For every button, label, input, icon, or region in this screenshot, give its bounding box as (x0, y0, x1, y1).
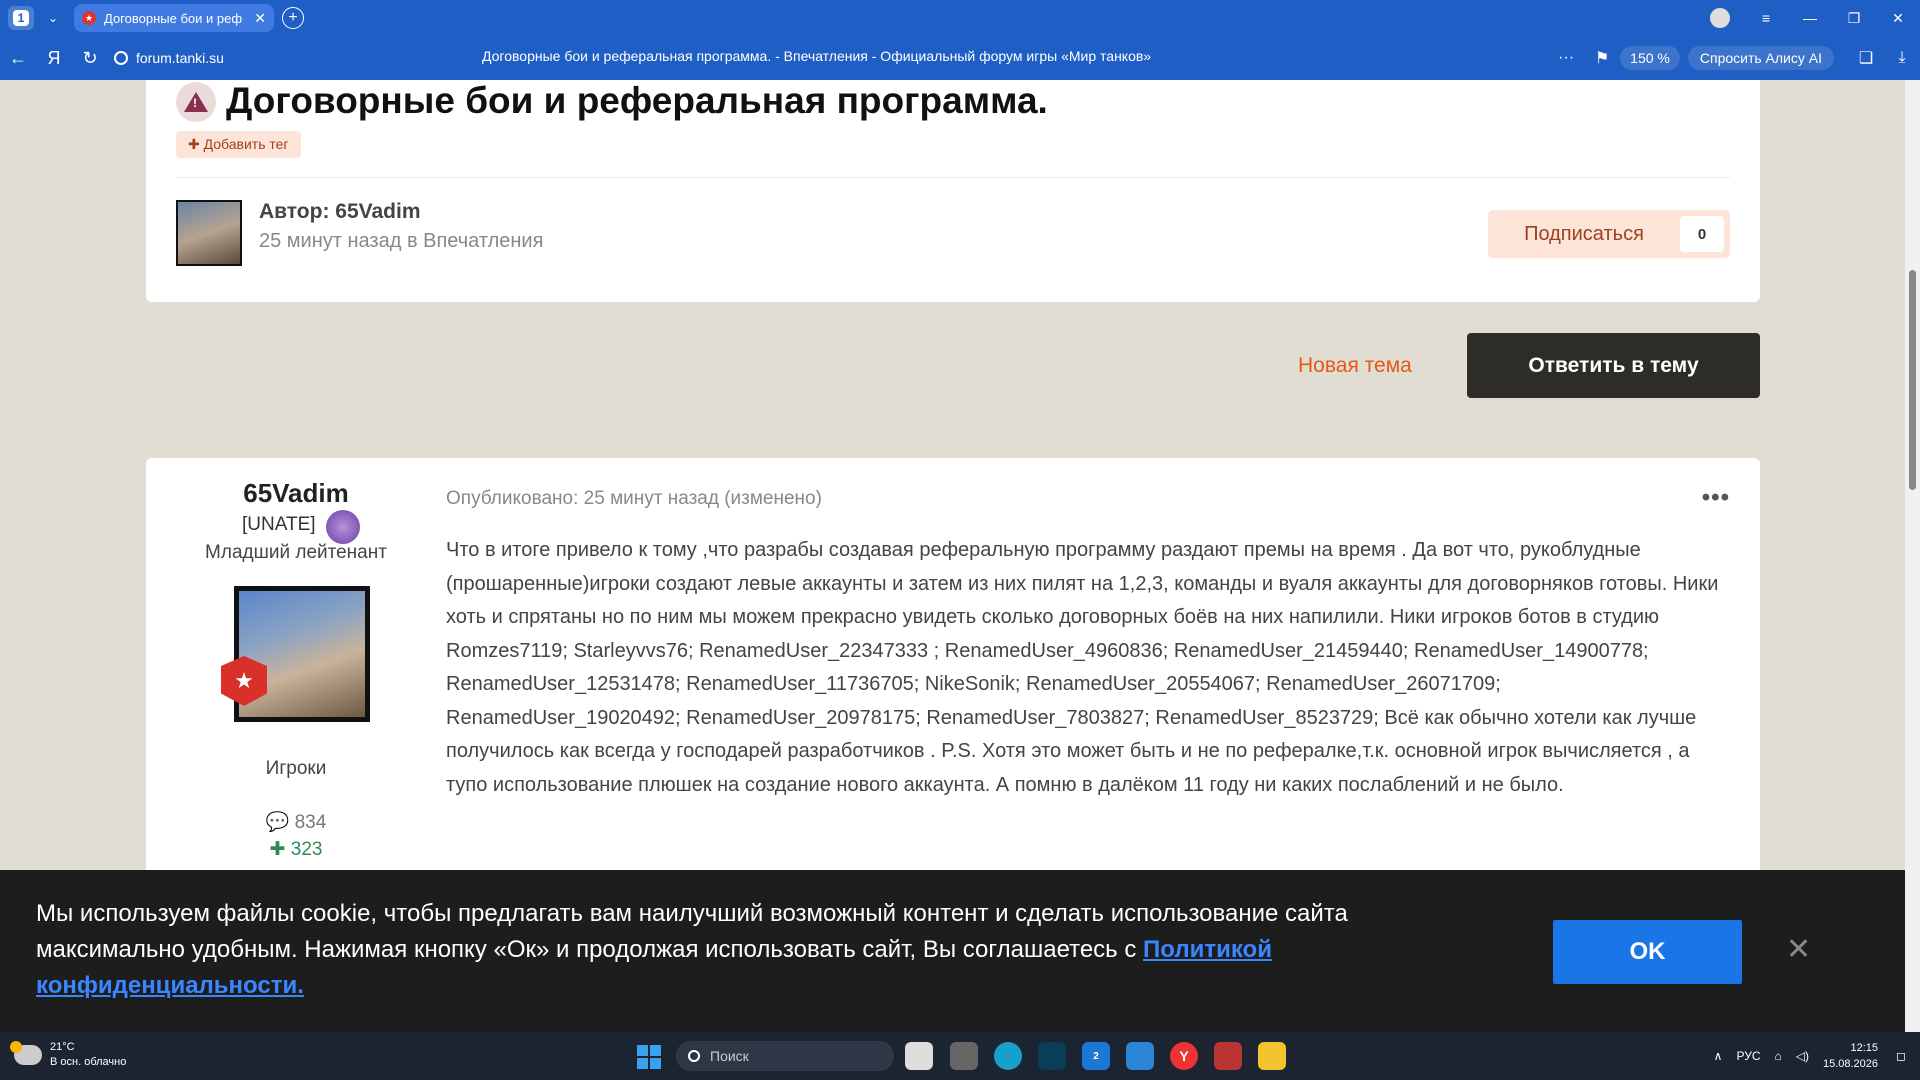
post-menu-icon[interactable]: ••• (1702, 484, 1730, 512)
terminal-icon[interactable] (1038, 1042, 1066, 1070)
subscribe-label: Подписаться (1524, 222, 1644, 245)
poster-avatar[interactable] (234, 586, 370, 722)
weather-widget[interactable]: 21°C В осн. облачно (10, 1040, 127, 1070)
weather-temp: 21°C (50, 1041, 75, 1053)
system-tray: ∧ РУС ⌂ ◁) 12:15 15.08.2026 ◻ (1714, 1032, 1920, 1080)
poster-name[interactable]: 65Vadim (146, 478, 446, 509)
reply-button[interactable]: Ответить в тему (1467, 333, 1760, 398)
cookie-close-icon[interactable]: ✕ (1786, 932, 1811, 967)
url-field[interactable]: forum.tanki.su (114, 50, 224, 66)
post-body: Что в итоге привело к тому ,что разрабы … (446, 539, 1719, 796)
zoom-indicator[interactable]: 150 % (1620, 46, 1680, 70)
tab-title: Договорные бои и реф (104, 10, 243, 26)
close-window-icon[interactable]: ✕ (1876, 10, 1920, 27)
weather-desc: В осн. облачно (50, 1056, 127, 1068)
clan-emblem-icon[interactable] (326, 510, 360, 544)
task-view-icon[interactable] (905, 1042, 933, 1070)
weather-cloud-icon (10, 1041, 42, 1065)
browser-tabbar: 1 ⌄ ★ Договорные бои и реф ✕ + ≡ — ❐ ✕ (0, 0, 1920, 36)
clock-time: 12:15 (1850, 1042, 1879, 1054)
back-icon[interactable]: ← (0, 48, 36, 69)
alice-button[interactable]: Спросить Алису AI (1687, 46, 1834, 70)
file-explorer-icon[interactable] (1258, 1042, 1286, 1070)
search-placeholder: Поиск (710, 1048, 749, 1064)
new-topic-link[interactable]: Новая тема (1298, 354, 1412, 378)
poster-group: Игроки (265, 758, 327, 779)
more-icon[interactable]: ··· (1548, 49, 1584, 67)
post-date: Опубликовано: 25 минут назад (изменено) (446, 488, 822, 509)
cookie-ok-button[interactable]: OK (1553, 920, 1742, 984)
scrollbar-thumb[interactable] (1909, 270, 1916, 490)
tray-chevron-icon[interactable]: ∧ (1714, 1049, 1723, 1063)
url-text: forum.tanki.su (136, 50, 224, 66)
poster-post-count: 💬 834 (265, 812, 327, 833)
close-tab-icon[interactable]: ✕ (254, 10, 266, 27)
window-controls: ≡ — ❐ ✕ (1710, 0, 1920, 36)
collections-icon[interactable]: ❏ (1848, 48, 1884, 68)
active-tab[interactable]: ★ Договорные бои и реф ✕ (74, 4, 274, 32)
cookie-banner: Мы используем файлы cookie, чтобы предла… (0, 870, 1905, 1032)
poster-reputation: ✚ 323 (269, 839, 323, 860)
site-info-icon[interactable] (114, 51, 128, 65)
language-indicator[interactable]: РУС (1736, 1049, 1760, 1063)
add-tag-button[interactable]: ✚ Добавить тег (176, 131, 301, 158)
start-windows-icon[interactable] (637, 1045, 661, 1069)
menu-icon[interactable]: ≡ (1744, 10, 1788, 26)
taskbar-search[interactable]: Поиск (676, 1041, 894, 1071)
tanki-game-icon[interactable] (1214, 1042, 1242, 1070)
tanki-favicon-icon: ★ (82, 11, 96, 25)
subscribe-count: 0 (1680, 216, 1724, 252)
minimize-icon[interactable]: — (1788, 10, 1832, 26)
yandex-browser-icon[interactable]: Y (1170, 1042, 1198, 1070)
author-name[interactable]: Автор: 65Vadim (259, 200, 421, 224)
yandex-icon[interactable]: Я (36, 48, 72, 69)
bookmark-icon[interactable]: ⚑ (1584, 48, 1620, 68)
tab-count: 1 (13, 10, 29, 26)
page-title-in-bar: Договорные бои и реферальная программа. … (482, 48, 1152, 64)
windows-taskbar: 21°C В осн. облачно Поиск 2 Y ∧ РУС ⌂ ◁)… (0, 1032, 1920, 1080)
page-viewport: Договорные бои и реферальная программа. … (0, 80, 1905, 1032)
notifications-icon[interactable]: ◻ (1896, 1049, 1906, 1063)
author-avatar[interactable] (176, 200, 242, 266)
divider (176, 177, 1730, 178)
reload-icon[interactable]: ↻ (72, 48, 108, 69)
profile-avatar[interactable] (1710, 8, 1730, 28)
downloads-icon[interactable]: ⤓ (1884, 49, 1920, 67)
new-tab-button[interactable]: + (282, 7, 304, 29)
page-scrollbar[interactable] (1905, 80, 1920, 1032)
calculator-icon[interactable] (950, 1042, 978, 1070)
clock[interactable]: 12:15 15.08.2026 (1823, 1040, 1878, 1072)
poster-clan[interactable]: [UNATE] (242, 514, 316, 536)
tab-counter-button[interactable]: 1 (8, 6, 34, 30)
search-icon (688, 1050, 700, 1062)
restore-icon[interactable]: ❐ (1832, 10, 1876, 27)
photos-icon[interactable] (1126, 1042, 1154, 1070)
edge-browser-icon[interactable] (994, 1042, 1022, 1070)
mail-badge: 2 (1093, 1050, 1099, 1062)
topic-meta: 25 минут назад в Впечатления (259, 230, 544, 252)
tabs-dropdown-icon[interactable]: ⌄ (40, 6, 66, 30)
clock-date: 15.08.2026 (1822, 1058, 1879, 1070)
volume-icon[interactable]: ◁) (1796, 1049, 1809, 1063)
topic-header-card: Договорные бои и реферальная программа. … (146, 80, 1760, 302)
mail-icon[interactable]: 2 (1082, 1042, 1110, 1070)
topic-title: Договорные бои и реферальная программа. (226, 80, 1048, 121)
poster-rank: Младший лейтенант (205, 542, 387, 563)
cookie-text: Мы используем файлы cookie, чтобы предла… (36, 896, 1426, 1004)
address-bar: ← Я ↻ forum.tanki.su Договорные бои и ре… (0, 36, 1920, 80)
warning-icon (176, 82, 216, 122)
subscribe-button[interactable]: Подписаться 0 (1488, 210, 1730, 258)
address-bar-right: ··· ⚑ 150 % Спросить Алису AI ❏ ⤓ (1548, 36, 1920, 80)
network-icon[interactable]: ⌂ (1774, 1049, 1781, 1063)
